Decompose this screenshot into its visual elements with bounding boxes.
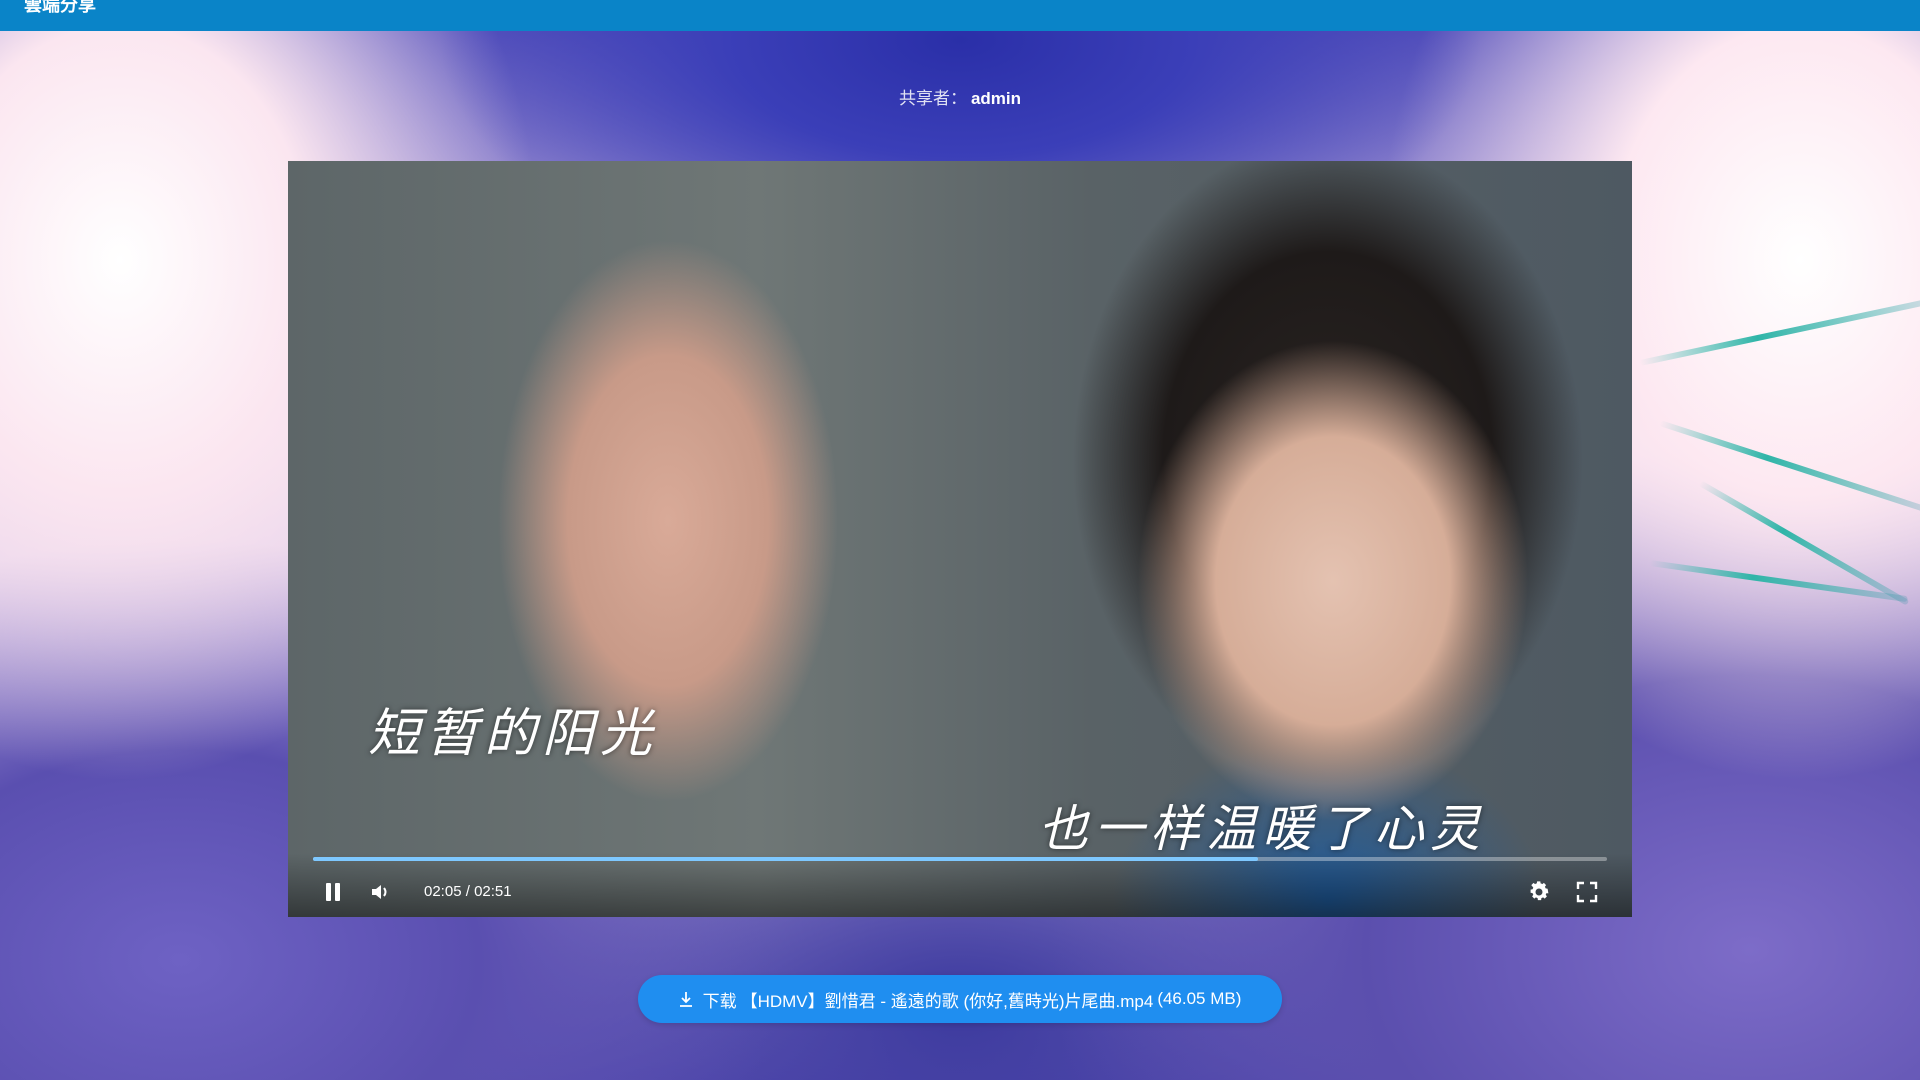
background-streak [1639,297,1920,366]
brand-logo[interactable]: 雲端分享 [24,0,96,17]
volume-icon [372,885,387,899]
current-time: 02:05 [424,883,462,900]
sharer-name[interactable]: admin [971,89,1021,108]
download-icon [679,991,693,1007]
pause-button[interactable] [318,877,348,907]
progress-bar[interactable] [313,857,1607,861]
fullscreen-icon [1576,881,1598,903]
download-filename: 【HDMV】劉惜君 - 遙遠的歌 (你好,舊時光)片尾曲.mp4 [740,991,1154,1011]
volume-button[interactable] [366,877,396,907]
time-separator: / [465,883,470,900]
progress-fill [313,857,1258,861]
gear-icon [1530,881,1549,901]
time-display: 02:05 / 02:51 [424,883,512,900]
settings-button[interactable] [1524,877,1554,907]
fullscreen-button[interactable] [1572,877,1602,907]
sharer-label: 共享者： [898,89,967,108]
player-controls: 02:05 / 02:51 [288,853,1632,917]
top-bar: 雲端分享 [0,0,1920,31]
subtitle-line-2: 也一样温暖了心灵 [1038,800,1486,858]
pause-icon [326,883,340,901]
download-button[interactable]: 下载 【HDMV】劉惜君 - 遙遠的歌 (你好,舊時光)片尾曲.mp4 (46.… [638,975,1282,1023]
duration: 02:51 [474,883,512,900]
video-player[interactable]: 短暂的阳光 也一样温暖了心灵 02:05 / 02:51 [288,161,1632,917]
page: 雲端分享 共享者： admin 短暂的阳光 也一样温暖了心灵 02:05 / 0… [0,0,1920,1080]
download-label: 下载 [702,991,737,1011]
subtitle-line-1: 短暂的阳光 [368,704,659,764]
download-size: (46.05 MB) [1157,989,1242,1008]
background-streak [1659,420,1920,513]
sharer-info: 共享者： admin [0,84,1920,109]
